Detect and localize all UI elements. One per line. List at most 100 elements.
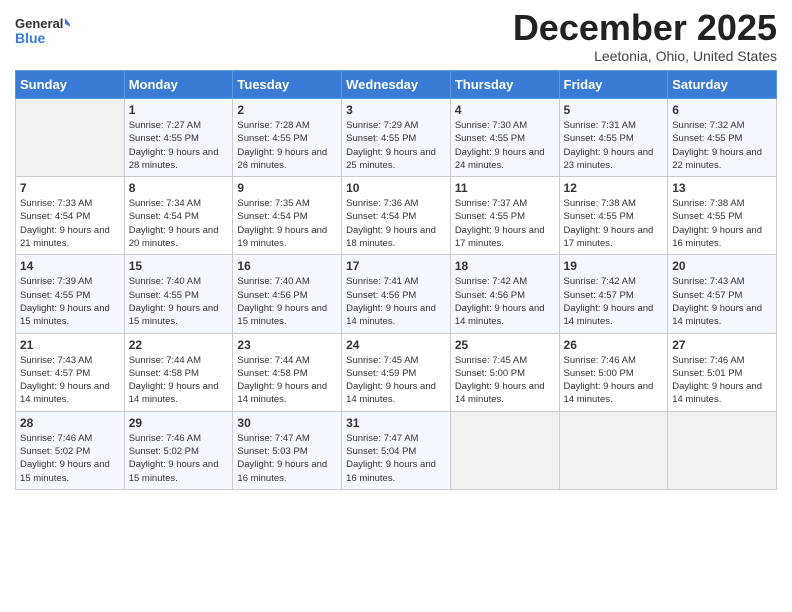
svg-text:Blue: Blue xyxy=(15,30,46,46)
day-number: 28 xyxy=(20,416,120,430)
daylight-text: Daylight: 9 hours and 15 minutes. xyxy=(237,303,327,327)
day-info: Sunrise: 7:40 AM Sunset: 4:56 PM Dayligh… xyxy=(237,275,337,328)
calendar-cell: 21 Sunrise: 7:43 AM Sunset: 4:57 PM Dayl… xyxy=(16,333,125,411)
sunrise-text: Sunrise: 7:43 AM xyxy=(20,355,92,366)
calendar-week-row: 21 Sunrise: 7:43 AM Sunset: 4:57 PM Dayl… xyxy=(16,333,777,411)
header-thursday: Thursday xyxy=(450,71,559,99)
day-info: Sunrise: 7:42 AM Sunset: 4:57 PM Dayligh… xyxy=(564,275,664,328)
calendar-header: Sunday Monday Tuesday Wednesday Thursday… xyxy=(16,71,777,99)
daylight-text: Daylight: 9 hours and 17 minutes. xyxy=(564,225,654,249)
calendar-week-row: 14 Sunrise: 7:39 AM Sunset: 4:55 PM Dayl… xyxy=(16,255,777,333)
sunset-text: Sunset: 4:55 PM xyxy=(129,290,199,301)
sunset-text: Sunset: 5:04 PM xyxy=(346,446,416,457)
day-number: 25 xyxy=(455,338,555,352)
daylight-text: Daylight: 9 hours and 16 minutes. xyxy=(672,225,762,249)
day-info: Sunrise: 7:34 AM Sunset: 4:54 PM Dayligh… xyxy=(129,197,229,250)
sunset-text: Sunset: 4:57 PM xyxy=(672,290,742,301)
sunrise-text: Sunrise: 7:42 AM xyxy=(564,276,636,287)
day-number: 13 xyxy=(672,181,772,195)
sunset-text: Sunset: 4:55 PM xyxy=(455,211,525,222)
day-info: Sunrise: 7:37 AM Sunset: 4:55 PM Dayligh… xyxy=(455,197,555,250)
day-number: 31 xyxy=(346,416,446,430)
sunrise-text: Sunrise: 7:40 AM xyxy=(129,276,201,287)
calendar-cell: 23 Sunrise: 7:44 AM Sunset: 4:58 PM Dayl… xyxy=(233,333,342,411)
day-number: 5 xyxy=(564,103,664,117)
calendar-cell: 31 Sunrise: 7:47 AM Sunset: 5:04 PM Dayl… xyxy=(342,411,451,489)
sunset-text: Sunset: 5:00 PM xyxy=(455,368,525,379)
daylight-text: Daylight: 9 hours and 14 minutes. xyxy=(455,381,545,405)
calendar-cell: 7 Sunrise: 7:33 AM Sunset: 4:54 PM Dayli… xyxy=(16,177,125,255)
daylight-text: Daylight: 9 hours and 18 minutes. xyxy=(346,225,436,249)
sunset-text: Sunset: 4:55 PM xyxy=(672,211,742,222)
sunrise-text: Sunrise: 7:30 AM xyxy=(455,120,527,131)
calendar-cell: 29 Sunrise: 7:46 AM Sunset: 5:02 PM Dayl… xyxy=(124,411,233,489)
calendar-cell: 25 Sunrise: 7:45 AM Sunset: 5:00 PM Dayl… xyxy=(450,333,559,411)
sunrise-text: Sunrise: 7:38 AM xyxy=(564,198,636,209)
calendar-cell: 12 Sunrise: 7:38 AM Sunset: 4:55 PM Dayl… xyxy=(559,177,668,255)
sunset-text: Sunset: 5:01 PM xyxy=(672,368,742,379)
day-number: 7 xyxy=(20,181,120,195)
day-info: Sunrise: 7:47 AM Sunset: 5:03 PM Dayligh… xyxy=(237,432,337,485)
calendar-cell: 5 Sunrise: 7:31 AM Sunset: 4:55 PM Dayli… xyxy=(559,99,668,177)
day-number: 21 xyxy=(20,338,120,352)
calendar-cell xyxy=(16,99,125,177)
daylight-text: Daylight: 9 hours and 14 minutes. xyxy=(672,381,762,405)
daylight-text: Daylight: 9 hours and 21 minutes. xyxy=(20,225,110,249)
calendar-cell: 2 Sunrise: 7:28 AM Sunset: 4:55 PM Dayli… xyxy=(233,99,342,177)
calendar-cell: 9 Sunrise: 7:35 AM Sunset: 4:54 PM Dayli… xyxy=(233,177,342,255)
day-info: Sunrise: 7:39 AM Sunset: 4:55 PM Dayligh… xyxy=(20,275,120,328)
svg-text:General: General xyxy=(15,16,63,31)
daylight-text: Daylight: 9 hours and 15 minutes. xyxy=(20,459,110,483)
sunset-text: Sunset: 4:56 PM xyxy=(237,290,307,301)
calendar-week-row: 7 Sunrise: 7:33 AM Sunset: 4:54 PM Dayli… xyxy=(16,177,777,255)
calendar-cell: 22 Sunrise: 7:44 AM Sunset: 4:58 PM Dayl… xyxy=(124,333,233,411)
day-info: Sunrise: 7:38 AM Sunset: 4:55 PM Dayligh… xyxy=(672,197,772,250)
calendar-cell: 16 Sunrise: 7:40 AM Sunset: 4:56 PM Dayl… xyxy=(233,255,342,333)
sunrise-text: Sunrise: 7:47 AM xyxy=(346,433,418,444)
month-title: December 2025 xyxy=(513,10,777,46)
day-number: 20 xyxy=(672,259,772,273)
sunset-text: Sunset: 4:55 PM xyxy=(20,290,90,301)
logo: General Blue xyxy=(15,10,70,50)
sunset-text: Sunset: 4:58 PM xyxy=(129,368,199,379)
sunrise-text: Sunrise: 7:37 AM xyxy=(455,198,527,209)
sunset-text: Sunset: 4:55 PM xyxy=(129,133,199,144)
day-number: 9 xyxy=(237,181,337,195)
sunrise-text: Sunrise: 7:47 AM xyxy=(237,433,309,444)
sunset-text: Sunset: 4:55 PM xyxy=(564,133,634,144)
day-info: Sunrise: 7:32 AM Sunset: 4:55 PM Dayligh… xyxy=(672,119,772,172)
location-subtitle: Leetonia, Ohio, United States xyxy=(513,48,777,64)
day-number: 12 xyxy=(564,181,664,195)
calendar-cell: 20 Sunrise: 7:43 AM Sunset: 4:57 PM Dayl… xyxy=(668,255,777,333)
sunrise-text: Sunrise: 7:45 AM xyxy=(455,355,527,366)
day-info: Sunrise: 7:46 AM Sunset: 5:00 PM Dayligh… xyxy=(564,354,664,407)
daylight-text: Daylight: 9 hours and 17 minutes. xyxy=(455,225,545,249)
daylight-text: Daylight: 9 hours and 14 minutes. xyxy=(237,381,327,405)
calendar-cell: 28 Sunrise: 7:46 AM Sunset: 5:02 PM Dayl… xyxy=(16,411,125,489)
sunrise-text: Sunrise: 7:46 AM xyxy=(129,433,201,444)
calendar-cell: 26 Sunrise: 7:46 AM Sunset: 5:00 PM Dayl… xyxy=(559,333,668,411)
calendar-cell: 17 Sunrise: 7:41 AM Sunset: 4:56 PM Dayl… xyxy=(342,255,451,333)
day-number: 1 xyxy=(129,103,229,117)
calendar-cell: 1 Sunrise: 7:27 AM Sunset: 4:55 PM Dayli… xyxy=(124,99,233,177)
calendar-cell xyxy=(668,411,777,489)
calendar-cell: 3 Sunrise: 7:29 AM Sunset: 4:55 PM Dayli… xyxy=(342,99,451,177)
calendar-cell xyxy=(559,411,668,489)
sunset-text: Sunset: 4:55 PM xyxy=(346,133,416,144)
daylight-text: Daylight: 9 hours and 14 minutes. xyxy=(129,381,219,405)
day-info: Sunrise: 7:45 AM Sunset: 4:59 PM Dayligh… xyxy=(346,354,446,407)
calendar-table: Sunday Monday Tuesday Wednesday Thursday… xyxy=(15,70,777,490)
day-number: 27 xyxy=(672,338,772,352)
sunset-text: Sunset: 4:56 PM xyxy=(455,290,525,301)
day-number: 17 xyxy=(346,259,446,273)
sunset-text: Sunset: 4:54 PM xyxy=(129,211,199,222)
calendar-cell: 8 Sunrise: 7:34 AM Sunset: 4:54 PM Dayli… xyxy=(124,177,233,255)
calendar-body: 1 Sunrise: 7:27 AM Sunset: 4:55 PM Dayli… xyxy=(16,99,777,490)
day-number: 8 xyxy=(129,181,229,195)
day-info: Sunrise: 7:46 AM Sunset: 5:02 PM Dayligh… xyxy=(129,432,229,485)
header-sunday: Sunday xyxy=(16,71,125,99)
day-info: Sunrise: 7:43 AM Sunset: 4:57 PM Dayligh… xyxy=(672,275,772,328)
day-info: Sunrise: 7:43 AM Sunset: 4:57 PM Dayligh… xyxy=(20,354,120,407)
sunset-text: Sunset: 5:00 PM xyxy=(564,368,634,379)
day-number: 18 xyxy=(455,259,555,273)
